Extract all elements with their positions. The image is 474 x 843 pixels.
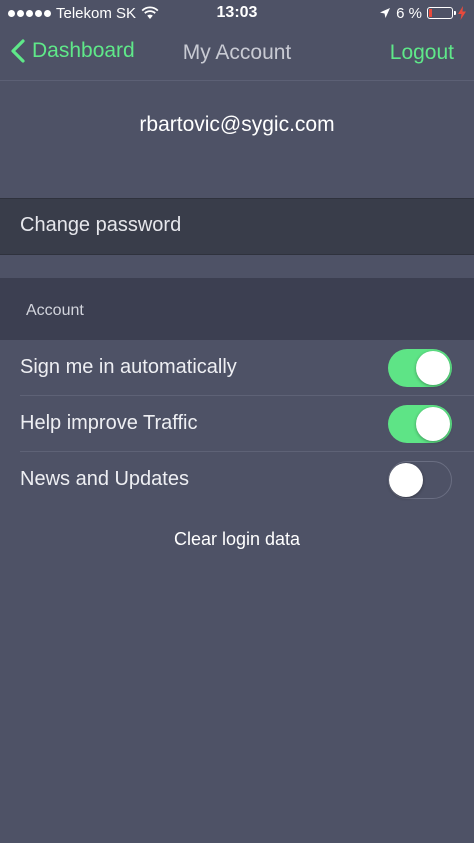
section-header-label: Account (26, 302, 84, 319)
sign-in-automatically-toggle[interactable] (388, 349, 452, 387)
setting-row-help-improve-traffic: Help improve Traffic (0, 396, 474, 452)
help-improve-traffic-toggle[interactable] (388, 405, 452, 443)
setting-label: News and Updates (20, 468, 189, 490)
setting-row-sign-in-automatically: Sign me in automatically (0, 340, 474, 396)
back-button[interactable]: Dashboard (10, 38, 135, 64)
location-arrow-icon (380, 8, 391, 18)
change-password-label: Change password (20, 214, 182, 236)
status-bar: Telekom SK 13:03 6 % (0, 0, 474, 26)
setting-row-news-and-updates: News and Updates (0, 452, 474, 508)
account-email: rbartovic@sygic.com (139, 113, 335, 136)
navigation-bar: Dashboard My Account Logout (0, 26, 474, 81)
news-and-updates-toggle[interactable] (388, 461, 452, 499)
battery-level (429, 9, 432, 17)
charging-bolt-icon (458, 6, 466, 20)
setting-label: Help improve Traffic (20, 412, 198, 434)
logout-button[interactable]: Logout (390, 41, 454, 65)
chevron-left-icon (11, 39, 25, 63)
back-button-label: Dashboard (32, 39, 135, 62)
toggle-knob (389, 462, 423, 497)
status-right: 6 % (379, 4, 466, 22)
clear-login-data-button[interactable]: Clear login data (0, 529, 474, 550)
account-section-header: Account (0, 278, 474, 340)
change-password-row[interactable]: Change password (0, 198, 474, 255)
setting-label: Sign me in automatically (20, 356, 237, 378)
toggle-knob (416, 351, 450, 385)
toggle-knob (416, 407, 450, 441)
battery-percent: 6 % (396, 4, 422, 22)
battery-icon (427, 7, 456, 19)
